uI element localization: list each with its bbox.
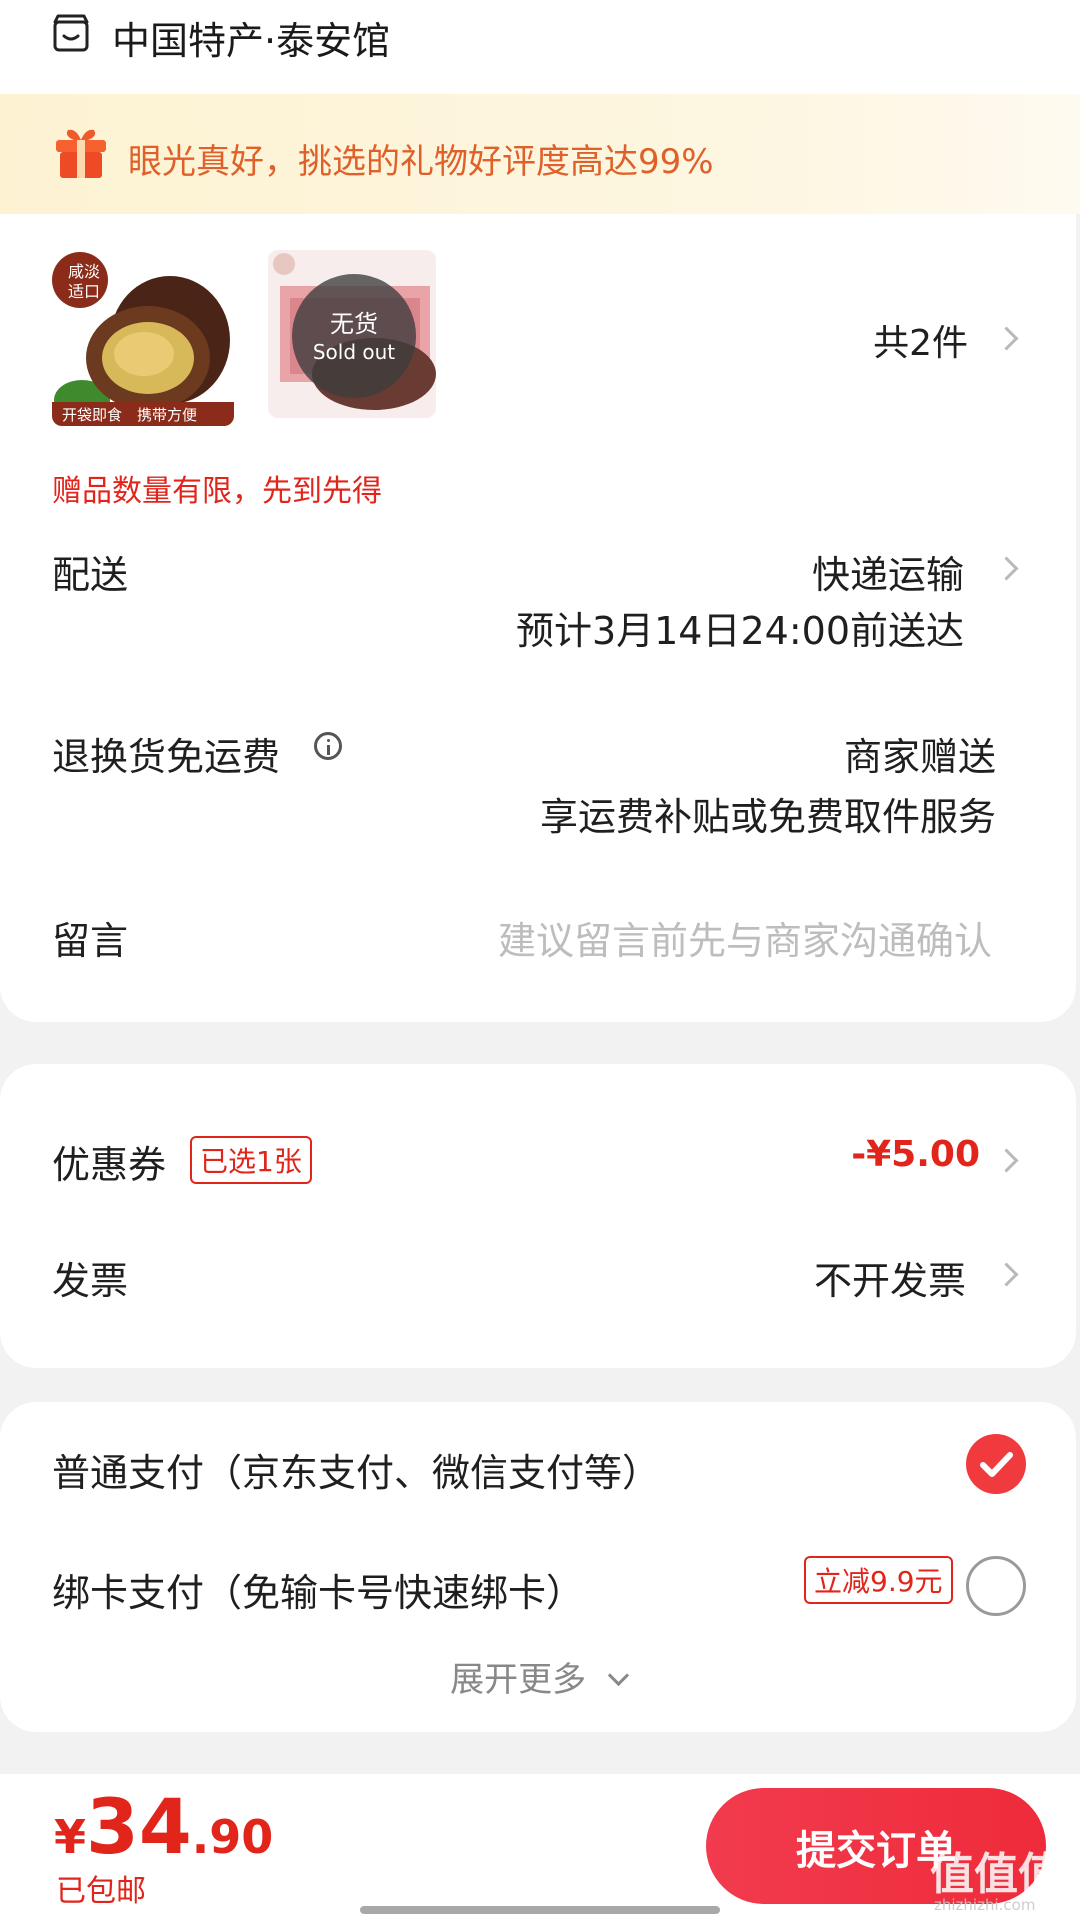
- product-count[interactable]: 共2件: [873, 314, 968, 366]
- gift-icon: [52, 124, 110, 182]
- price-integer: 34: [86, 1782, 192, 1871]
- chevron-down-icon: [607, 1664, 630, 1687]
- coupon-value[interactable]: -¥5.00: [851, 1134, 980, 1175]
- return-shipping-value: 商家赠送: [843, 735, 996, 779]
- payment-unselected-radio[interactable]: [966, 1556, 1026, 1616]
- home-indicator: [360, 1906, 720, 1914]
- product-caption: 开袋即食 携带方便: [62, 406, 198, 424]
- expand-more-label: 展开更多: [450, 1660, 587, 1700]
- return-shipping-desc: 享运费补贴或免费取件服务: [539, 795, 996, 839]
- delivery-label: 配送: [52, 553, 129, 597]
- expand-more-button[interactable]: 展开更多: [0, 1652, 1076, 1701]
- store-icon[interactable]: [52, 14, 90, 52]
- price-currency: ¥: [54, 1810, 87, 1864]
- payment-option-normal[interactable]: 普通支付（京东支付、微信支付等）: [52, 1442, 660, 1497]
- message-input[interactable]: 建议留言前先与商家沟通确认: [498, 910, 992, 965]
- delivery-method[interactable]: 快递运输: [812, 544, 964, 599]
- watermark-url: zhizhizhi.com: [934, 1896, 1036, 1914]
- invoice-label: 发票: [52, 1259, 129, 1303]
- coupon-label: 优惠券: [52, 1143, 167, 1187]
- discount-card: [0, 1064, 1076, 1368]
- delivery-eta: 预计3月14日24:00前送达: [515, 609, 964, 653]
- info-icon[interactable]: [314, 732, 342, 760]
- product-badge-line2: 适口: [68, 282, 101, 301]
- invoice-value[interactable]: 不开发票: [814, 1250, 966, 1305]
- soldout-cn: 无货: [330, 310, 378, 338]
- message-label: 留言: [52, 919, 129, 963]
- gift-note: 赠品数量有限，先到先得: [52, 474, 382, 509]
- return-shipping-label: 退换货免运费: [52, 735, 281, 779]
- payment-promo-tag: 立减9.9元: [804, 1556, 953, 1604]
- store-name[interactable]: 中国特产·泰安馆: [112, 10, 390, 65]
- payment-option-card[interactable]: 绑卡支付（免输卡号快速绑卡）: [52, 1562, 584, 1617]
- soldout-en: Sold out: [312, 340, 396, 364]
- payment-selected-check-icon[interactable]: [966, 1434, 1026, 1494]
- coupon-tag: 已选1张: [190, 1136, 312, 1184]
- price-decimal: .90: [191, 1810, 274, 1864]
- watermark-text: 值值值: [930, 1849, 1062, 1900]
- banner-text: 眼光真好，挑选的礼物好评度高达99%: [128, 142, 714, 182]
- total-price: ¥34.90: [54, 1782, 273, 1871]
- shipping-note: 已包邮: [56, 1874, 146, 1909]
